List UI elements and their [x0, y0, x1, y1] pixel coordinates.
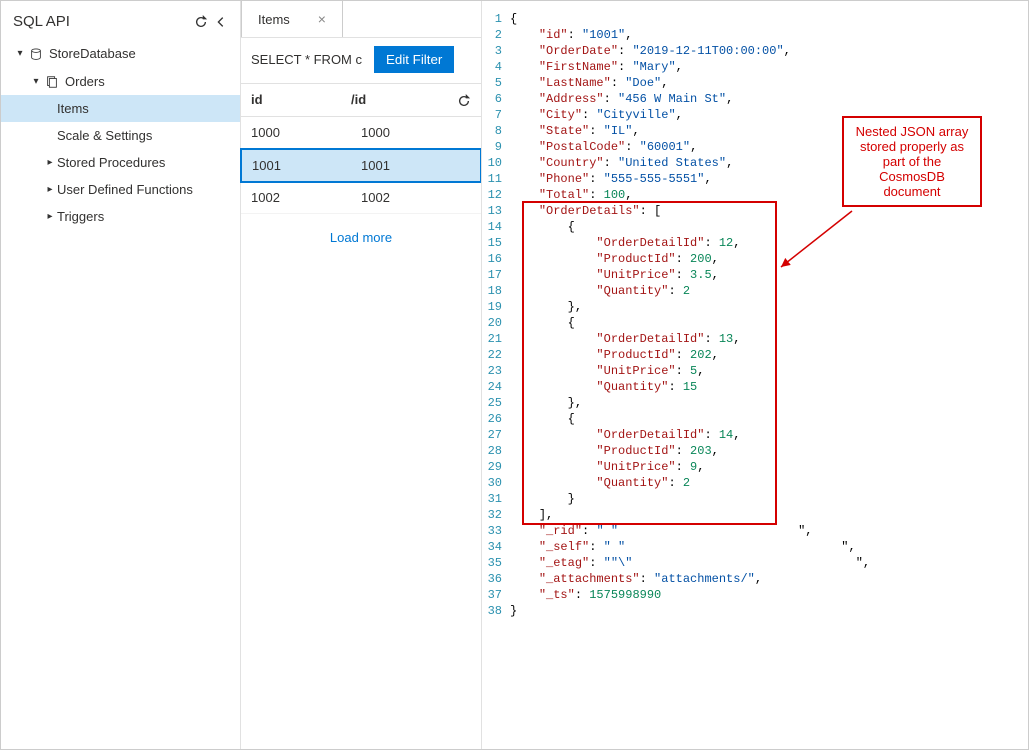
code-line: 34 "_self": " " ",: [482, 539, 1028, 555]
code-line: 36 "_attachments": "attachments/",: [482, 571, 1028, 587]
collection-icon: [43, 74, 61, 90]
col-partition: /id: [351, 92, 451, 107]
annotation-callout: Nested JSON array stored properly as par…: [842, 116, 982, 207]
code-line: 20 {: [482, 315, 1028, 331]
cell-pid: 1001: [361, 158, 470, 173]
code-line: 2 "id": "1001",: [482, 27, 1028, 43]
code-line: 25 },: [482, 395, 1028, 411]
table-row[interactable]: 10001000: [241, 117, 481, 149]
code-line: 1{: [482, 11, 1028, 27]
refresh-icon[interactable]: [194, 13, 208, 30]
refresh-icon[interactable]: [451, 92, 471, 108]
tree-item-triggers[interactable]: ▸ Triggers: [1, 203, 240, 230]
code-line: 23 "UnitPrice": 5,: [482, 363, 1028, 379]
annotation-text: Nested JSON array stored properly as par…: [856, 124, 969, 199]
tree: ▾ StoreDatabase ▾ Orders Items Scale & S…: [1, 40, 240, 230]
tree-label: Scale & Settings: [57, 128, 236, 143]
tree-label: User Defined Functions: [57, 182, 236, 197]
code-line: 16 "ProductId": 200,: [482, 251, 1028, 267]
col-id: id: [251, 92, 351, 107]
code-line: 24 "Quantity": 15: [482, 379, 1028, 395]
close-icon[interactable]: ×: [318, 11, 326, 27]
tree-label: Orders: [65, 74, 236, 89]
code-line: 32 ],: [482, 507, 1028, 523]
cell-id: 1000: [251, 125, 361, 140]
code-line: 6 "Address": "456 W Main St",: [482, 91, 1028, 107]
chevron-down-icon: ▾: [13, 48, 27, 59]
code-line: 19 },: [482, 299, 1028, 315]
tab-items[interactable]: Items ×: [241, 1, 343, 37]
tree-label: Triggers: [57, 209, 236, 224]
tree-item-sprocs[interactable]: ▸ Stored Procedures: [1, 149, 240, 176]
code-line: 27 "OrderDetailId": 14,: [482, 427, 1028, 443]
tree-label: Items: [57, 101, 236, 116]
tree-label: StoreDatabase: [49, 46, 236, 61]
tree-item-udf[interactable]: ▸ User Defined Functions: [1, 176, 240, 203]
cell-pid: 1002: [361, 190, 471, 205]
edit-filter-button[interactable]: Edit Filter: [374, 46, 454, 73]
document-viewer: 1{2 "id": "1001",3 "OrderDate": "2019-12…: [481, 1, 1028, 749]
tab-strip: Items ×: [241, 1, 481, 38]
code-line: 3 "OrderDate": "2019-12-11T00:00:00",: [482, 43, 1028, 59]
code-line: 15 "OrderDetailId": 12,: [482, 235, 1028, 251]
table-row[interactable]: 10021002: [241, 182, 481, 214]
table-row[interactable]: 10011001: [240, 148, 482, 183]
cell-pid: 1000: [361, 125, 471, 140]
code-line: 38}: [482, 603, 1028, 619]
sidebar-title: SQL API: [13, 13, 70, 30]
filter-query: SELECT * FROM c: [251, 52, 362, 67]
sidebar: SQL API ▾ StoreDatabase ▾ Orders: [1, 1, 241, 749]
code-line: 31 }: [482, 491, 1028, 507]
tree-item-items[interactable]: Items: [1, 95, 240, 122]
rows-container: 100010001001100110021002: [241, 117, 481, 214]
code-line: 30 "Quantity": 2: [482, 475, 1028, 491]
code-line: 21 "OrderDetailId": 13,: [482, 331, 1028, 347]
code-line: 26 {: [482, 411, 1028, 427]
cell-id: 1001: [252, 158, 361, 173]
code-line: 33 "_rid": " " ",: [482, 523, 1028, 539]
code-area[interactable]: 1{2 "id": "1001",3 "OrderDate": "2019-12…: [482, 1, 1028, 629]
chevron-right-icon: ▸: [43, 184, 57, 195]
tree-item-scale[interactable]: Scale & Settings: [1, 122, 240, 149]
tab-label: Items: [258, 12, 290, 27]
code-line: 37 "_ts": 1575998990: [482, 587, 1028, 603]
code-line: 5 "LastName": "Doe",: [482, 75, 1028, 91]
chevron-right-icon: ▸: [43, 157, 57, 168]
database-icon: [27, 46, 45, 62]
collapse-icon[interactable]: [214, 13, 228, 30]
chevron-down-icon: ▾: [29, 76, 43, 87]
load-more-link[interactable]: Load more: [241, 214, 481, 261]
chevron-right-icon: ▸: [43, 211, 57, 222]
tree-database[interactable]: ▾ StoreDatabase: [1, 40, 240, 68]
code-line: 17 "UnitPrice": 3.5,: [482, 267, 1028, 283]
items-panel: Items × SELECT * FROM c Edit Filter id /…: [241, 1, 481, 749]
code-line: 14 {: [482, 219, 1028, 235]
code-line: 35 "_etag": ""\" ",: [482, 555, 1028, 571]
sidebar-header: SQL API: [1, 9, 240, 40]
code-line: 18 "Quantity": 2: [482, 283, 1028, 299]
tree-collection[interactable]: ▾ Orders: [1, 68, 240, 96]
code-line: 28 "ProductId": 203,: [482, 443, 1028, 459]
code-line: 22 "ProductId": 202,: [482, 347, 1028, 363]
tree-label: Stored Procedures: [57, 155, 236, 170]
code-line: 4 "FirstName": "Mary",: [482, 59, 1028, 75]
code-line: 29 "UnitPrice": 9,: [482, 459, 1028, 475]
cell-id: 1002: [251, 190, 361, 205]
filter-row: SELECT * FROM c Edit Filter: [241, 38, 481, 83]
list-header: id /id: [241, 83, 481, 117]
